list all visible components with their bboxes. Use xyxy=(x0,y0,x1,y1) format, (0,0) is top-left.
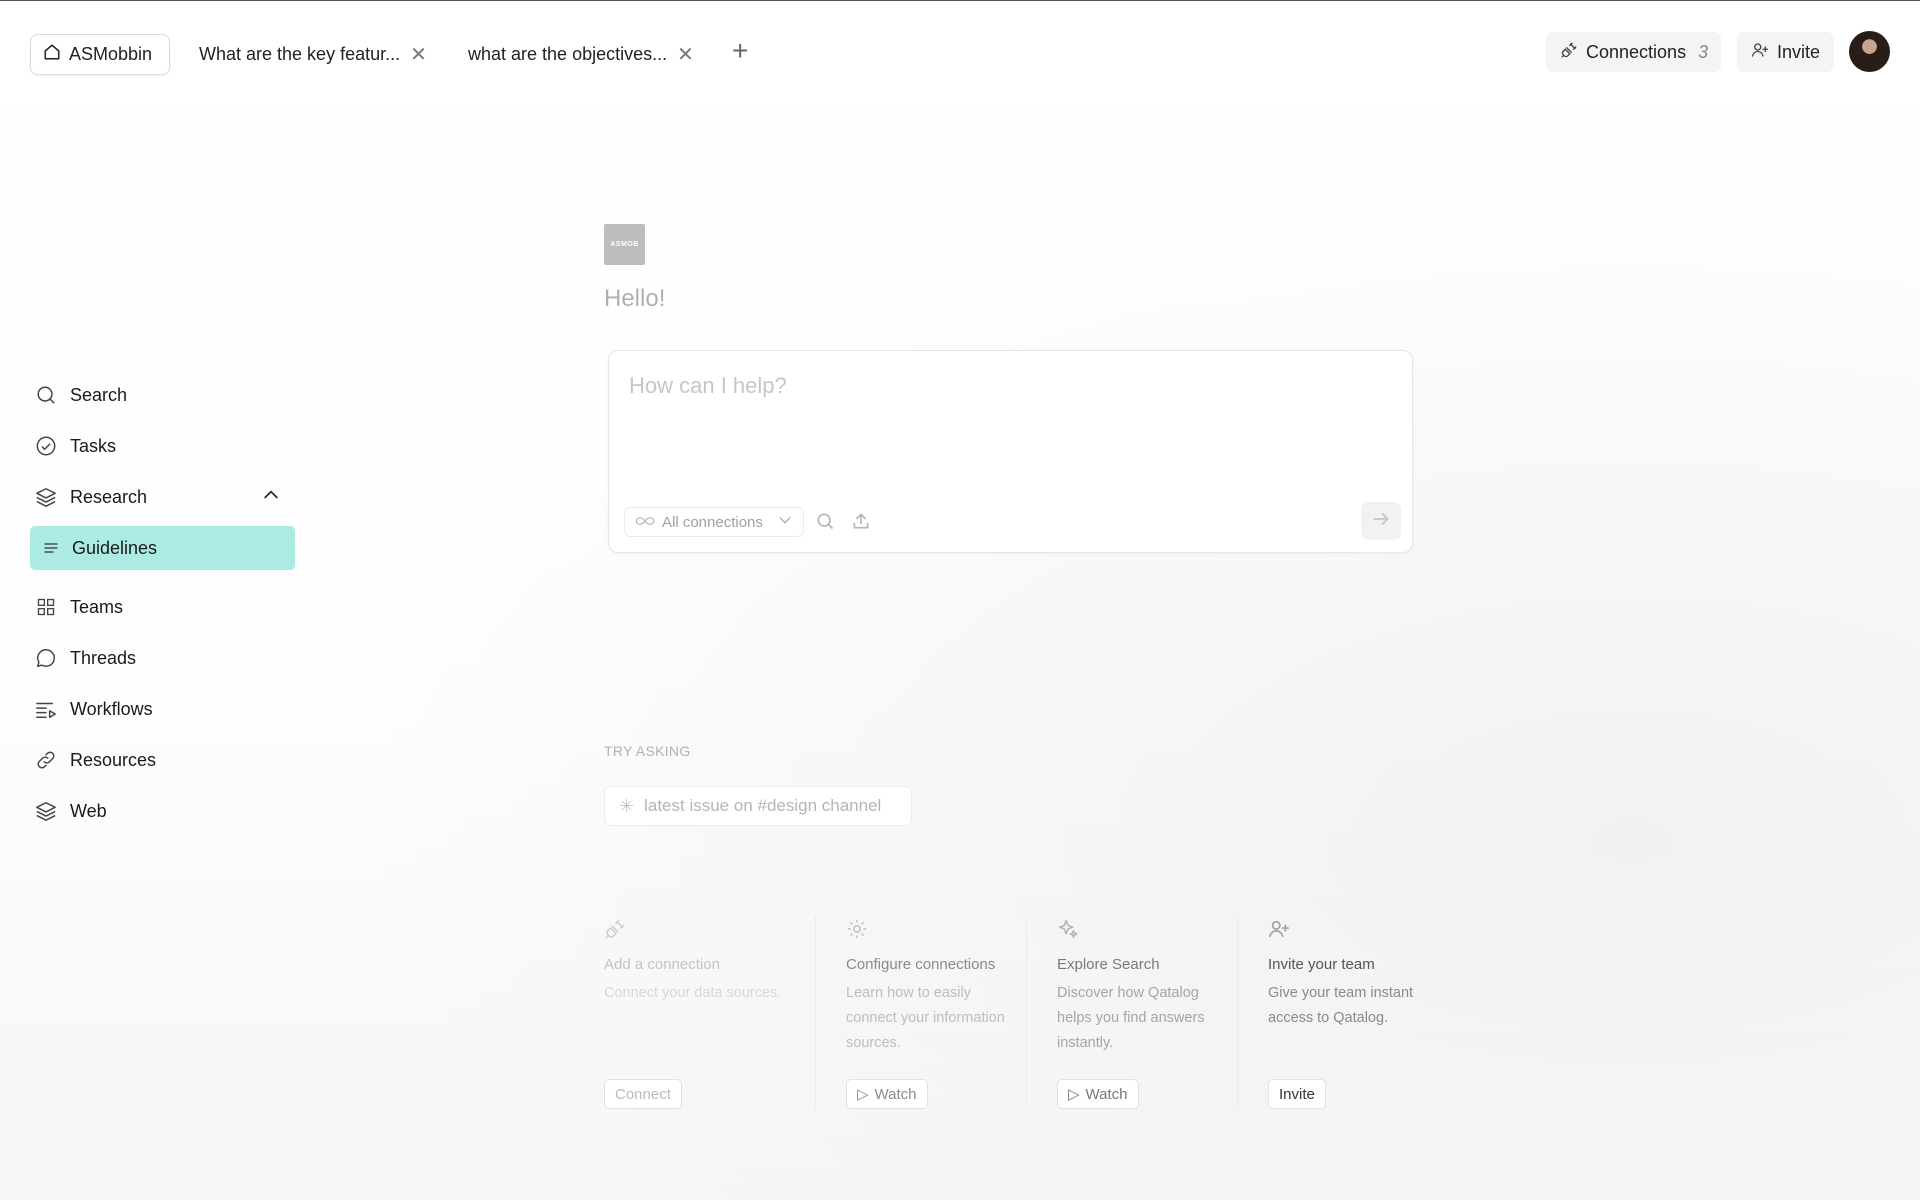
card-title: Explore Search xyxy=(1057,956,1160,973)
connections-filter-label: All connections xyxy=(662,513,763,531)
chevron-up-icon[interactable] xyxy=(261,485,281,510)
workspace-logo-text: ASMOB xyxy=(610,241,639,248)
card-button-label: Watch xyxy=(874,1085,917,1103)
card-description: Discover how Qatalog helps you find answ… xyxy=(1057,985,1205,1051)
invite-button[interactable]: Invite xyxy=(1737,32,1834,72)
card-button-label: Connect xyxy=(615,1085,671,1103)
home-icon xyxy=(43,43,61,66)
connect-button[interactable]: Connect xyxy=(604,1079,682,1109)
sidebar-item-workflows[interactable]: Workflows xyxy=(30,687,295,731)
sparkle-icon xyxy=(1057,916,1223,942)
card-configure-connections: Configure connections Learn how to easil… xyxy=(815,916,1026,1109)
sidebar-item-label: Tasks xyxy=(70,435,117,456)
onboarding-cards: Add a connection Connect your data sourc… xyxy=(604,916,1448,1109)
sidebar-item-resources[interactable]: Resources xyxy=(30,738,295,782)
greeting: Hello! xyxy=(604,285,666,312)
invite-team-button[interactable]: Invite xyxy=(1268,1079,1326,1109)
card-description: Connect your data sources. xyxy=(604,985,782,1001)
check-circle-icon xyxy=(34,434,58,458)
plug-icon xyxy=(604,916,801,942)
top-bar: ASMobbin What are the key featur... ✕ wh… xyxy=(0,1,1920,105)
suggestion-text: latest issue on #design channel xyxy=(644,796,882,815)
sidebar-item-label: Search xyxy=(70,384,128,405)
watch-button[interactable]: ▷ Watch xyxy=(1057,1079,1139,1109)
card-title: Configure connections xyxy=(846,956,996,973)
card-add-connection: Add a connection Connect your data sourc… xyxy=(604,916,815,1109)
sidebar-item-label: Research xyxy=(70,486,148,507)
lines-icon xyxy=(42,536,60,560)
sidebar-item-web[interactable]: Web xyxy=(30,789,295,833)
workspace-logo: ASMOB xyxy=(604,224,645,265)
connections-filter-dropdown[interactable]: All connections xyxy=(624,507,804,537)
sidebar: Search Tasks Research Guidelines Teams T… xyxy=(30,373,295,840)
close-icon[interactable]: ✕ xyxy=(677,45,694,65)
try-asking-label: TRY ASKING xyxy=(604,743,691,759)
gear-icon xyxy=(846,916,1012,942)
sidebar-item-label: Workflows xyxy=(70,698,153,719)
avatar[interactable] xyxy=(1849,31,1890,72)
add-user-icon xyxy=(1268,916,1434,942)
link-icon xyxy=(34,748,58,772)
connections-button[interactable]: Connections 3 xyxy=(1546,32,1721,72)
card-description: Learn how to easily connect your informa… xyxy=(846,985,1005,1051)
invite-label: Invite xyxy=(1777,41,1821,62)
sidebar-item-search[interactable]: Search xyxy=(30,373,295,417)
layers-icon xyxy=(34,485,58,509)
grid-icon xyxy=(34,595,58,619)
card-title: Add a connection xyxy=(604,956,720,973)
search-icon[interactable] xyxy=(815,511,835,536)
tab-label: what are the objectives... xyxy=(468,44,668,64)
card-description: Give your team instant access to Qatalog… xyxy=(1268,985,1414,1026)
infinity-icon xyxy=(635,514,655,531)
sidebar-item-tasks[interactable]: Tasks xyxy=(30,424,295,468)
tab-objectives[interactable]: what are the objectives... ✕ xyxy=(468,34,694,75)
sidebar-item-label: Teams xyxy=(70,596,124,617)
card-explore-search: Explore Search Discover how Qatalog help… xyxy=(1026,916,1237,1109)
connections-count: 3 xyxy=(1698,41,1709,62)
add-user-icon xyxy=(1751,41,1769,64)
card-invite-team: Invite your team Give your team instant … xyxy=(1237,916,1448,1109)
chevron-down-icon xyxy=(777,512,793,532)
tab-label: What are the key featur... xyxy=(199,44,401,64)
home-tab[interactable]: ASMobbin xyxy=(30,34,170,75)
upload-icon[interactable] xyxy=(851,511,871,536)
sidebar-item-guidelines[interactable]: Guidelines xyxy=(30,526,295,570)
sidebar-item-threads[interactable]: Threads xyxy=(30,636,295,680)
tab-key-features[interactable]: What are the key featur... ✕ xyxy=(199,34,427,75)
chat-bubble-icon xyxy=(34,646,58,670)
search-icon xyxy=(34,383,58,407)
sidebar-item-label: Web xyxy=(70,800,107,821)
close-icon[interactable]: ✕ xyxy=(410,45,427,65)
home-tab-label: ASMobbin xyxy=(69,44,153,64)
plug-icon xyxy=(1560,41,1578,64)
sidebar-item-teams[interactable]: Teams xyxy=(30,585,295,629)
sidebar-item-label: Resources xyxy=(70,749,157,770)
card-button-label: Watch xyxy=(1085,1085,1128,1103)
prompt-input[interactable] xyxy=(629,373,1329,399)
suggestion-chip[interactable]: ✳ latest issue on #design channel xyxy=(604,786,912,826)
play-icon: ▷ xyxy=(1068,1086,1080,1103)
play-icon: ▷ xyxy=(857,1086,869,1103)
card-title: Invite your team xyxy=(1268,956,1375,973)
card-button-label: Invite xyxy=(1279,1085,1315,1103)
sidebar-item-label: Guidelines xyxy=(72,537,158,558)
send-button[interactable] xyxy=(1361,502,1401,540)
sidebar-item-research[interactable]: Research xyxy=(30,475,295,519)
layers-icon xyxy=(34,799,58,823)
playlist-icon xyxy=(34,697,58,721)
connections-label: Connections xyxy=(1586,41,1687,62)
asterisk-icon: ✳ xyxy=(619,795,635,816)
sidebar-item-label: Threads xyxy=(70,647,137,668)
add-tab-icon[interactable]: + xyxy=(732,37,748,65)
arrow-right-icon xyxy=(1371,509,1391,534)
watch-button[interactable]: ▷ Watch xyxy=(846,1079,928,1109)
prompt-box: All connections xyxy=(608,350,1413,553)
